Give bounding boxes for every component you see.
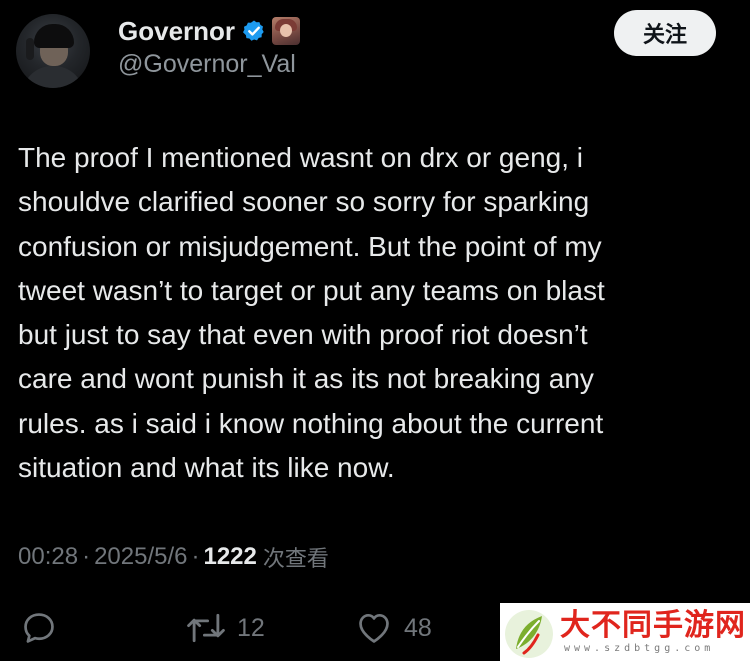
retweet-count: 12 xyxy=(237,613,265,642)
like-count: 48 xyxy=(404,613,432,642)
profile-avatar[interactable] xyxy=(16,14,90,88)
tweet-date[interactable]: 2025/5/6 xyxy=(94,543,187,571)
view-count: 1222 xyxy=(203,543,257,570)
retweet-button[interactable]: 12 xyxy=(185,608,265,648)
user-handle[interactable]: @Governor_Val xyxy=(118,50,296,79)
meta-separator: · xyxy=(191,543,200,570)
leaf-logo-icon xyxy=(505,610,553,658)
site-watermark: 大不同手游网 www.szdbtgg.com xyxy=(500,603,750,661)
watermark-url: www.szdbtgg.com xyxy=(564,643,715,654)
like-button[interactable]: 48 xyxy=(354,608,432,648)
retweet-icon xyxy=(187,613,225,643)
reply-button[interactable] xyxy=(20,608,68,648)
avatar-headset-mic xyxy=(26,38,34,60)
reply-icon xyxy=(24,613,54,643)
tweet-meta: 00:28 · 2025/5/6 · 1222 次查看 xyxy=(18,541,329,573)
anime-avatar-badge-icon xyxy=(272,17,301,45)
tweet-time[interactable]: 00:28 xyxy=(18,543,78,571)
views-label: 次查看 xyxy=(262,547,329,572)
follow-button[interactable]: 关注 xyxy=(614,10,716,56)
watermark-title: 大不同手游网 xyxy=(560,608,746,643)
display-name[interactable]: Governor xyxy=(118,16,235,47)
avatar-hair xyxy=(34,24,74,48)
tweet-text: The proof I mentioned wasnt on drx or ge… xyxy=(18,142,605,484)
verified-badge-icon xyxy=(243,20,264,41)
heart-icon xyxy=(359,613,389,643)
avatar-shirt xyxy=(22,66,84,88)
author-name-row: Governor xyxy=(118,14,301,48)
meta-separator: · xyxy=(82,543,91,570)
